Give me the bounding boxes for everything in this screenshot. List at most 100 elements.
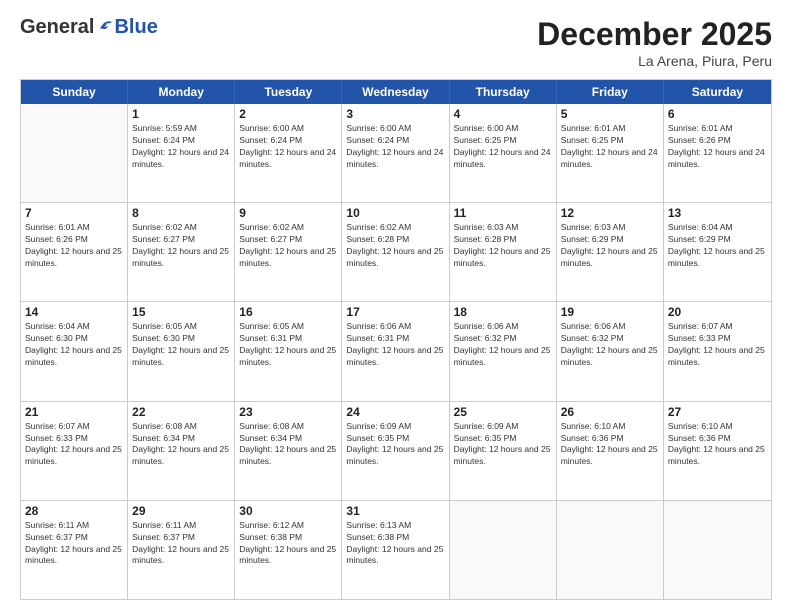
day-number: 1: [132, 107, 230, 121]
cell-info: Sunrise: 5:59 AM Sunset: 6:24 PM Dayligh…: [132, 123, 230, 171]
cell-info: Sunrise: 6:04 AM Sunset: 6:29 PM Dayligh…: [668, 222, 767, 270]
cell-info: Sunrise: 6:05 AM Sunset: 6:31 PM Dayligh…: [239, 321, 337, 369]
header-thursday: Thursday: [450, 80, 557, 104]
logo: General Blue: [20, 16, 158, 39]
calendar-cell: 5Sunrise: 6:01 AM Sunset: 6:25 PM Daylig…: [557, 104, 664, 202]
calendar-cell: [664, 501, 771, 599]
calendar-cell: 14 Sunrise: 6:04 AM Sunset: 6:30 PM Dayli…: [21, 302, 128, 400]
day-number: 3: [346, 107, 444, 121]
header-friday: Friday: [557, 80, 664, 104]
calendar-cell: 21 Sunrise: 6:07 AM Sunset: 6:33 PM Dayli…: [21, 402, 128, 500]
calendar-header: Sunday Monday Tuesday Wednesday Thursday…: [21, 80, 771, 104]
day-number: 9: [239, 206, 337, 220]
cell-info: Sunrise: 6:03 AM Sunset: 6:29 PM Dayligh…: [561, 222, 659, 270]
cell-info: Sunrise: 6:05 AM Sunset: 6:30 PM Dayligh…: [132, 321, 230, 369]
cell-info: Sunrise: 6:07 AM Sunset: 6:33 PM Dayligh…: [25, 421, 123, 469]
day-number: 14: [25, 305, 123, 319]
subtitle: La Arena, Piura, Peru: [537, 53, 772, 69]
calendar-cell: [557, 501, 664, 599]
logo-blue: Blue: [114, 16, 157, 39]
day-number: 8: [132, 206, 230, 220]
calendar-cell: 17Sunrise: 6:06 AM Sunset: 6:31 PM Dayli…: [342, 302, 449, 400]
title-section: December 2025 La Arena, Piura, Peru: [537, 16, 772, 69]
cell-info: Sunrise: 6:06 AM Sunset: 6:32 PM Dayligh…: [454, 321, 552, 369]
day-number: 6: [668, 107, 767, 121]
calendar-cell: 10 Sunrise: 6:02 AM Sunset: 6:28 PM Dayli…: [342, 203, 449, 301]
header-wednesday: Wednesday: [342, 80, 449, 104]
calendar-cell: 27Sunrise: 6:10 AM Sunset: 6:36 PM Dayli…: [664, 402, 771, 500]
calendar-cell: 12 Sunrise: 6:03 AM Sunset: 6:29 PM Dayli…: [557, 203, 664, 301]
cell-info: Sunrise: 6:02 AM Sunset: 6:27 PM Dayligh…: [132, 222, 230, 270]
page: General Blue December 2025 La Arena, Piur…: [0, 0, 792, 612]
calendar-cell: 11Sunrise: 6:03 AM Sunset: 6:28 PM Dayli…: [450, 203, 557, 301]
cell-info: Sunrise: 6:08 AM Sunset: 6:34 PM Dayligh…: [239, 421, 337, 469]
day-number: 4: [454, 107, 552, 121]
calendar-row: 28 Sunrise: 6:11 AM Sunset: 6:37 PM Dayli…: [21, 501, 771, 599]
day-number: 18: [454, 305, 552, 319]
calendar-cell: 13 Sunrise: 6:04 AM Sunset: 6:29 PM Dayli…: [664, 203, 771, 301]
cell-info: Sunrise: 6:10 AM Sunset: 6:36 PM Dayligh…: [561, 421, 659, 469]
cell-info: Sunrise: 6:09 AM Sunset: 6:35 PM Dayligh…: [454, 421, 552, 469]
calendar-cell: 26Sunrise: 6:10 AM Sunset: 6:36 PM Dayli…: [557, 402, 664, 500]
day-number: 20: [668, 305, 767, 319]
calendar-cell: 20 Sunrise: 6:07 AM Sunset: 6:33 PM Dayli…: [664, 302, 771, 400]
cell-info: Sunrise: 6:04 AM Sunset: 6:30 PM Dayligh…: [25, 321, 123, 369]
calendar-cell: 16 Sunrise: 6:05 AM Sunset: 6:31 PM Dayli…: [235, 302, 342, 400]
calendar-cell: 9 Sunrise: 6:02 AM Sunset: 6:27 PM Daylig…: [235, 203, 342, 301]
calendar-cell: 2Sunrise: 6:00 AM Sunset: 6:24 PM Daylig…: [235, 104, 342, 202]
calendar-row: 21 Sunrise: 6:07 AM Sunset: 6:33 PM Dayli…: [21, 402, 771, 501]
calendar-cell: 18 Sunrise: 6:06 AM Sunset: 6:32 PM Dayli…: [450, 302, 557, 400]
day-number: 15: [132, 305, 230, 319]
day-number: 21: [25, 405, 123, 419]
cell-info: Sunrise: 6:02 AM Sunset: 6:27 PM Dayligh…: [239, 222, 337, 270]
calendar-cell: 31 Sunrise: 6:13 AM Sunset: 6:38 PM Dayli…: [342, 501, 449, 599]
logo-general: General: [20, 16, 94, 39]
cell-info: Sunrise: 6:09 AM Sunset: 6:35 PM Dayligh…: [346, 421, 444, 469]
calendar-cell: 4 Sunrise: 6:00 AM Sunset: 6:25 PM Daylig…: [450, 104, 557, 202]
month-title: December 2025: [537, 16, 772, 53]
day-number: 30: [239, 504, 337, 518]
day-number: 23: [239, 405, 337, 419]
day-number: 12: [561, 206, 659, 220]
header-sunday: Sunday: [21, 80, 128, 104]
calendar-cell: 1 Sunrise: 5:59 AM Sunset: 6:24 PM Daylig…: [128, 104, 235, 202]
calendar-cell: 28Sunrise: 6:11 AM Sunset: 6:37 PM Dayli…: [21, 501, 128, 599]
header-monday: Monday: [128, 80, 235, 104]
cell-info: Sunrise: 6:01 AM Sunset: 6:26 PM Dayligh…: [668, 123, 767, 171]
day-number: 16: [239, 305, 337, 319]
day-number: 31: [346, 504, 444, 518]
calendar-cell: 6 Sunrise: 6:01 AM Sunset: 6:26 PM Daylig…: [664, 104, 771, 202]
cell-info: Sunrise: 6:11 AM Sunset: 6:37 PM Dayligh…: [132, 520, 230, 568]
cell-info: Sunrise: 6:06 AM Sunset: 6:32 PM Dayligh…: [561, 321, 659, 369]
day-number: 24: [346, 405, 444, 419]
calendar-row: 7Sunrise: 6:01 AM Sunset: 6:26 PM Daylig…: [21, 203, 771, 302]
calendar-row: 1 Sunrise: 5:59 AM Sunset: 6:24 PM Daylig…: [21, 104, 771, 203]
cell-info: Sunrise: 6:03 AM Sunset: 6:28 PM Dayligh…: [454, 222, 552, 270]
calendar-cell: 30 Sunrise: 6:12 AM Sunset: 6:38 PM Dayli…: [235, 501, 342, 599]
calendar-cell: 22Sunrise: 6:08 AM Sunset: 6:34 PM Dayli…: [128, 402, 235, 500]
day-number: 5: [561, 107, 659, 121]
day-number: 7: [25, 206, 123, 220]
day-number: 13: [668, 206, 767, 220]
cell-info: Sunrise: 6:00 AM Sunset: 6:25 PM Dayligh…: [454, 123, 552, 171]
calendar-cell: [450, 501, 557, 599]
header: General Blue December 2025 La Arena, Piur…: [20, 16, 772, 69]
calendar-cell: 15 Sunrise: 6:05 AM Sunset: 6:30 PM Dayli…: [128, 302, 235, 400]
cell-info: Sunrise: 6:07 AM Sunset: 6:33 PM Dayligh…: [668, 321, 767, 369]
cell-info: Sunrise: 6:00 AM Sunset: 6:24 PM Dayligh…: [239, 123, 337, 171]
cell-info: Sunrise: 6:02 AM Sunset: 6:28 PM Dayligh…: [346, 222, 444, 270]
calendar-cell: 3 Sunrise: 6:00 AM Sunset: 6:24 PM Daylig…: [342, 104, 449, 202]
calendar-cell: 25 Sunrise: 6:09 AM Sunset: 6:35 PM Dayli…: [450, 402, 557, 500]
day-number: 25: [454, 405, 552, 419]
day-number: 10: [346, 206, 444, 220]
day-number: 28: [25, 504, 123, 518]
calendar-body: 1 Sunrise: 5:59 AM Sunset: 6:24 PM Daylig…: [21, 104, 771, 599]
cell-info: Sunrise: 6:00 AM Sunset: 6:24 PM Dayligh…: [346, 123, 444, 171]
calendar-cell: [21, 104, 128, 202]
cell-info: Sunrise: 6:10 AM Sunset: 6:36 PM Dayligh…: [668, 421, 767, 469]
logo-text: General Blue: [20, 16, 158, 39]
cell-info: Sunrise: 6:13 AM Sunset: 6:38 PM Dayligh…: [346, 520, 444, 568]
day-number: 19: [561, 305, 659, 319]
cell-info: Sunrise: 6:12 AM Sunset: 6:38 PM Dayligh…: [239, 520, 337, 568]
calendar-cell: 29Sunrise: 6:11 AM Sunset: 6:37 PM Dayli…: [128, 501, 235, 599]
